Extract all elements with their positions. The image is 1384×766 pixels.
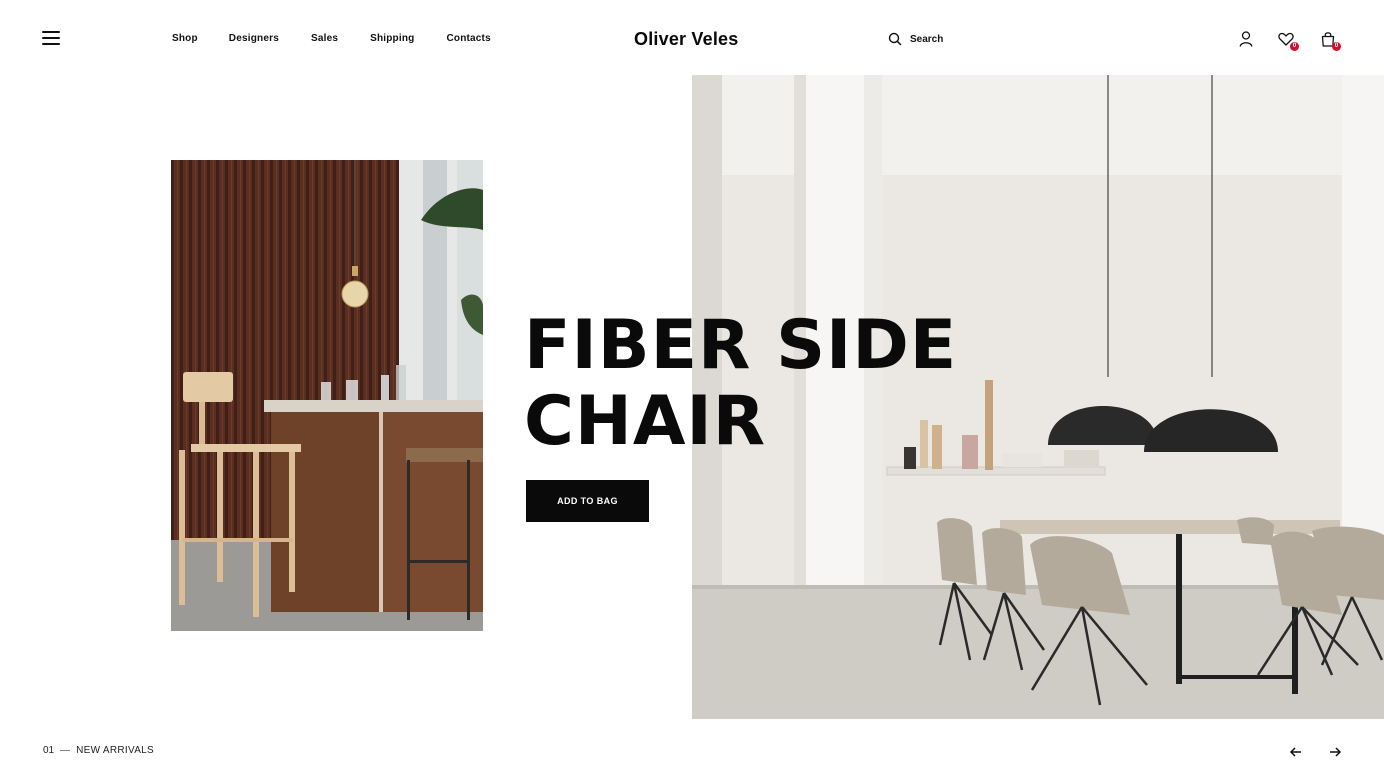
product-photo-bar-stools — [171, 160, 483, 631]
search-label: Search — [910, 33, 944, 45]
slide-index: 01 — [43, 745, 55, 756]
cart-count-badge: 0 — [1332, 42, 1341, 51]
site-header: Shop Designers Sales Shipping Contacts O… — [0, 0, 1384, 76]
slide-divider — [60, 750, 71, 751]
nav-link-shop[interactable]: Shop — [172, 33, 198, 44]
cart-button[interactable]: 0 — [1319, 30, 1341, 51]
search-icon — [888, 32, 902, 46]
add-to-bag-button[interactable]: ADD TO BAG — [526, 480, 649, 522]
wishlist-count-badge: 0 — [1290, 42, 1299, 51]
slide-indicator: 01 NEW ARRIVALS — [43, 745, 154, 756]
account-button[interactable] — [1237, 30, 1257, 50]
wishlist-button[interactable]: 0 — [1277, 30, 1299, 51]
hero-title: FIBER SIDE CHAIR — [524, 308, 957, 460]
nav-link-contacts[interactable]: Contacts — [446, 33, 490, 44]
search-button[interactable]: Search — [888, 32, 943, 46]
hero-title-line-1: FIBER SIDE — [524, 306, 958, 385]
nav-link-sales[interactable]: Sales — [311, 33, 338, 44]
bar-stool-scene-image — [171, 160, 483, 631]
main-nav: Shop Designers Sales Shipping Contacts — [172, 33, 491, 44]
arrow-right-icon — [1330, 747, 1342, 757]
brand-logo[interactable]: Oliver Veles — [634, 29, 738, 50]
arrow-left-icon — [1289, 747, 1301, 757]
nav-link-designers[interactable]: Designers — [229, 33, 279, 44]
nav-link-shipping[interactable]: Shipping — [370, 33, 414, 44]
section-label: NEW ARRIVALS — [76, 745, 155, 756]
user-icon — [1239, 31, 1253, 47]
hero-title-line-2: CHAIR — [524, 382, 767, 461]
hamburger-menu-icon[interactable] — [42, 31, 60, 47]
previous-slide-button[interactable] — [1288, 744, 1304, 760]
next-slide-button[interactable] — [1327, 744, 1343, 760]
